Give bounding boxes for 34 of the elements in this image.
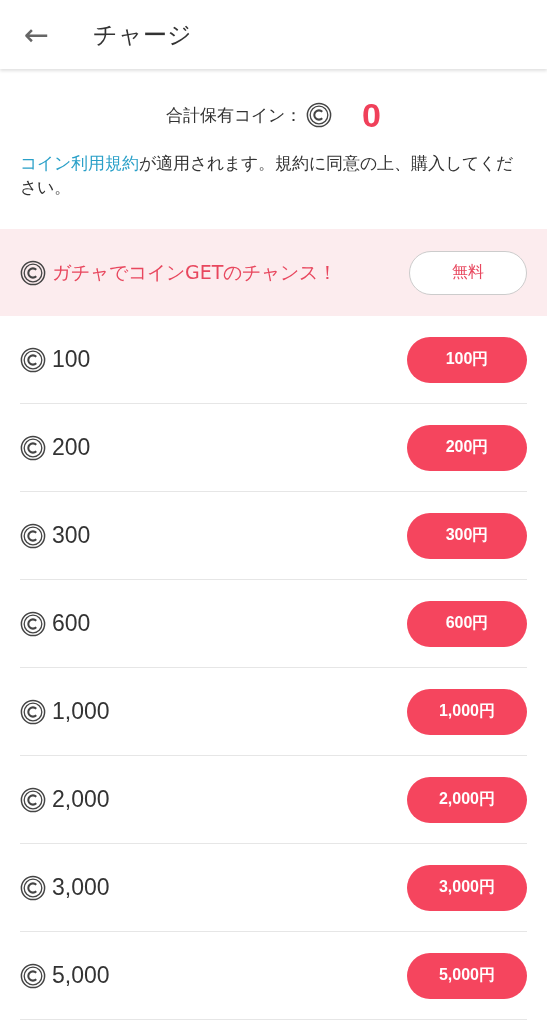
- coin-icon: [20, 610, 46, 637]
- price-button[interactable]: 600円: [407, 600, 527, 647]
- coin-amount: 1,000: [52, 698, 111, 725]
- back-button[interactable]: ←: [20, 19, 54, 50]
- coin-icon: [20, 874, 46, 901]
- page-title: チャージ: [93, 19, 193, 51]
- price-button[interactable]: 3,000円: [407, 864, 527, 911]
- price-button[interactable]: 200円: [407, 424, 527, 471]
- free-button[interactable]: 無料: [409, 250, 527, 295]
- coin-amount: 100: [52, 346, 92, 373]
- price-button[interactable]: 1,000円: [407, 688, 527, 735]
- coin-icon: [20, 962, 46, 989]
- price-button[interactable]: 300円: [407, 512, 527, 559]
- coin-icon: [20, 698, 46, 725]
- terms-link[interactable]: コイン利用規約: [20, 153, 139, 173]
- coin-amount: 2,000: [52, 786, 111, 813]
- balance-label: 合計保有コイン：: [166, 103, 303, 127]
- coin-amount: 600: [52, 610, 92, 637]
- terms-notice: コイン利用規約が適用されます。規約に同意の上、購入してください。: [20, 152, 514, 199]
- coin-amount: 200: [52, 434, 92, 461]
- balance-value: 0: [362, 95, 381, 135]
- coin-icon: [20, 259, 46, 286]
- coin-icon: [20, 434, 46, 461]
- coin-amount: 300: [52, 522, 92, 549]
- price-button[interactable]: 100円: [407, 336, 527, 383]
- price-button[interactable]: 5,000円: [407, 952, 527, 999]
- price-button[interactable]: 2,000円: [407, 776, 527, 823]
- coin-icon: [20, 786, 46, 813]
- coin-amount: 5,000: [52, 962, 111, 989]
- coin-icon: [20, 346, 46, 373]
- gacha-promo-text: ガチャでコインGETのチャンス！: [52, 259, 339, 285]
- coin-amount: 3,000: [52, 874, 111, 901]
- coin-icon: [20, 522, 46, 549]
- coin-icon: [306, 102, 333, 128]
